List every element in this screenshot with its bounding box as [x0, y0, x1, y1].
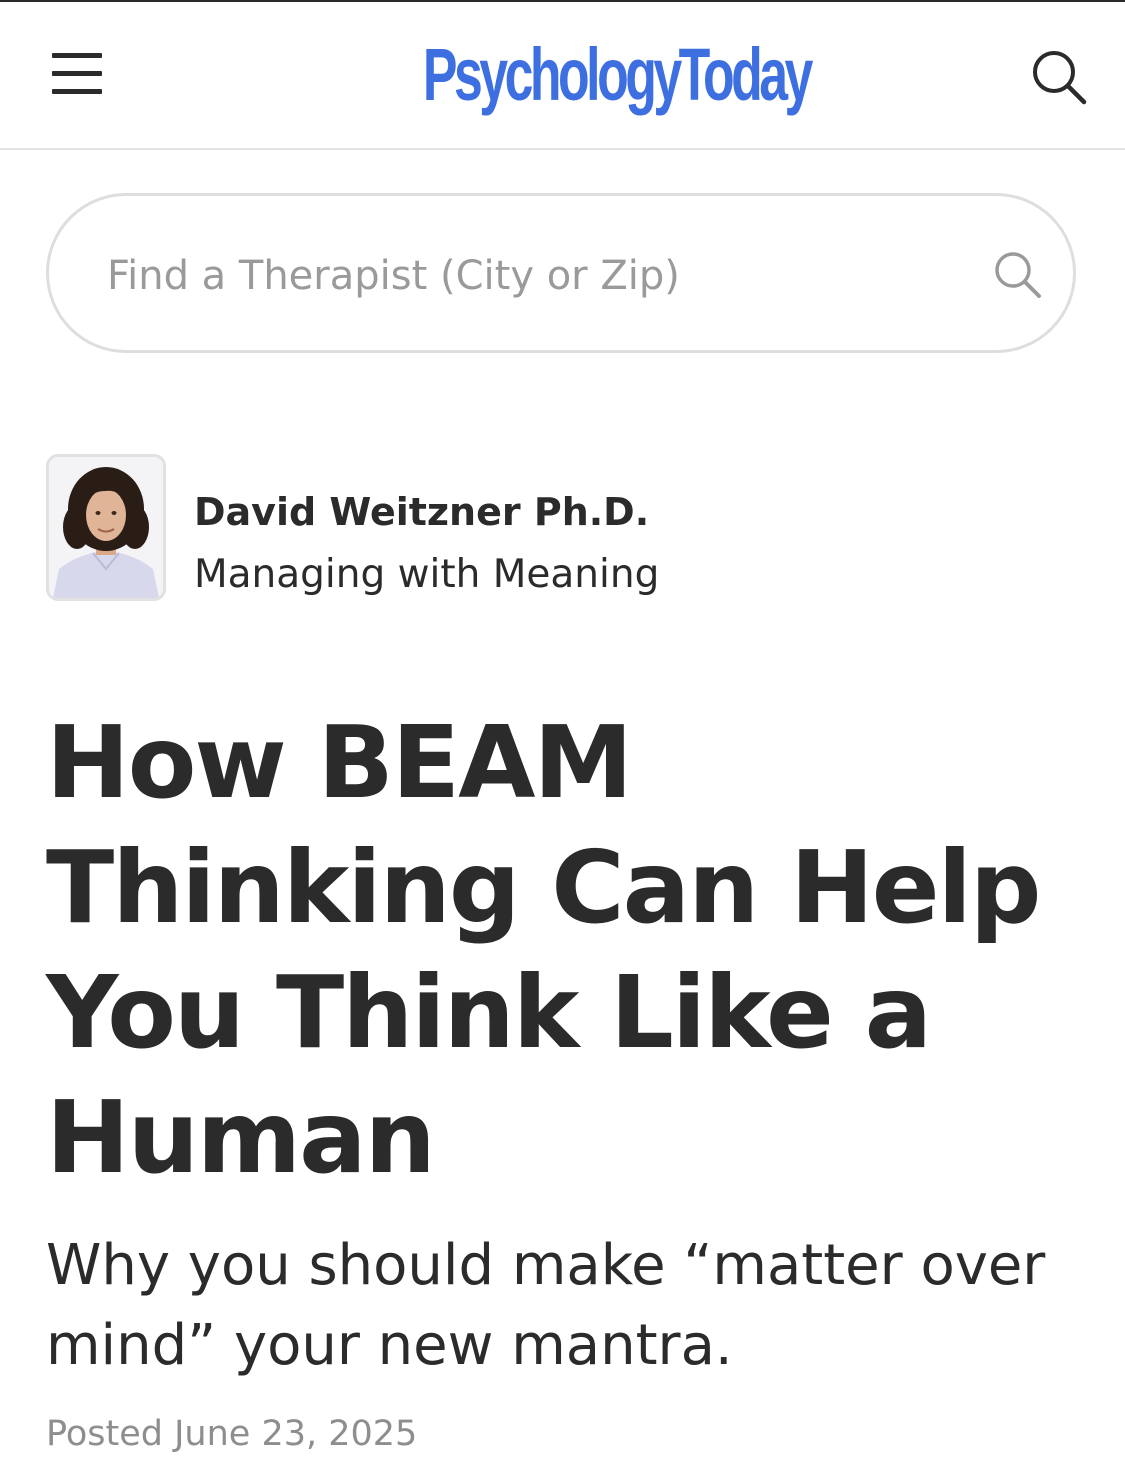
search-icon [1033, 51, 1087, 105]
site-header: PsychologyToday [0, 2, 1125, 150]
article-subtitle: Why you should make “matter over mind” y… [46, 1233, 1046, 1378]
therapist-search-input[interactable] [107, 236, 947, 316]
logo-text: PsychologyToday [422, 33, 813, 116]
menu-button[interactable] [44, 42, 110, 104]
header-search-button[interactable] [1024, 42, 1094, 112]
search-icon [995, 252, 1041, 298]
author-avatar[interactable] [46, 454, 166, 601]
author-name-link[interactable]: David Weitzner Ph.D. [194, 486, 894, 538]
therapist-search-button[interactable] [989, 246, 1047, 304]
posted-date: Posted June 23, 2025 [46, 1414, 418, 1454]
author-portrait-image [49, 457, 163, 598]
article-title: How BEAM Thinking Can Help You Think Lik… [46, 704, 1042, 1196]
blog-name-link[interactable]: Managing with Meaning [194, 548, 994, 602]
therapist-search-bar [46, 193, 1076, 353]
site-logo[interactable]: PsychologyToday [340, 30, 813, 120]
